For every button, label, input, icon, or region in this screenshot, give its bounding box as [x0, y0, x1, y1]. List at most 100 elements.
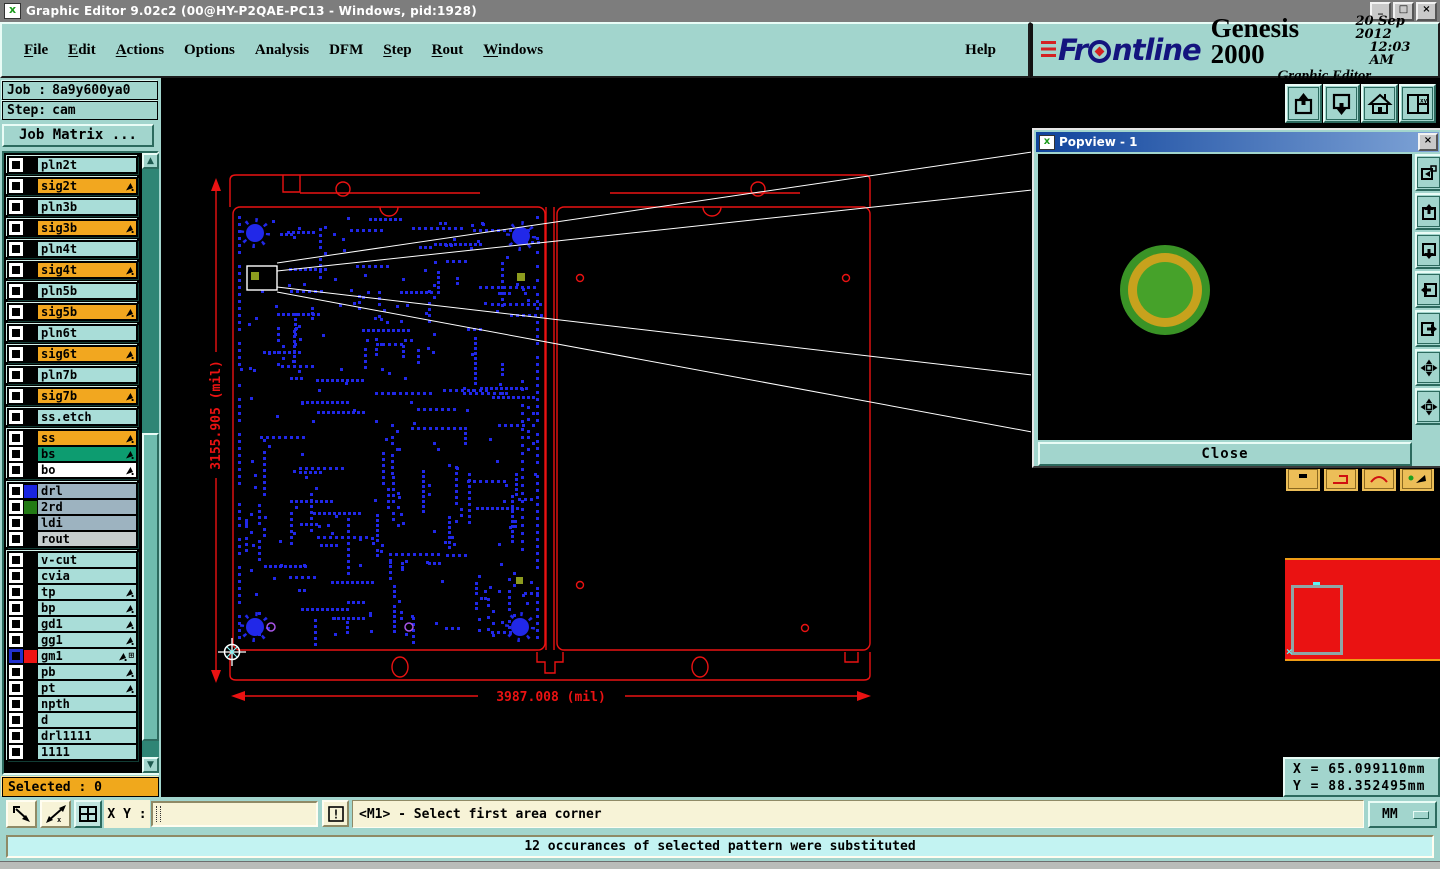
layer-color-swatch-drl1111[interactable]: [24, 729, 37, 743]
menu-item-analysis[interactable]: Analysis: [245, 38, 319, 63]
layer-color-swatch-ldi[interactable]: [24, 516, 37, 530]
layer-row-pln2t[interactable]: pln2t: [8, 157, 137, 173]
menu-item-file[interactable]: File: [14, 38, 58, 63]
area-zoom-icon[interactable]: [6, 800, 37, 828]
layer-label-pln7b[interactable]: pln7b: [37, 367, 137, 383]
menu-item-edit[interactable]: Edit: [58, 38, 106, 63]
layer-color-swatch-sig5b[interactable]: [24, 305, 37, 319]
layer-checkbox-sig2t[interactable]: [9, 179, 23, 193]
layer-label-1111[interactable]: 1111: [37, 744, 137, 760]
layer-label-npth[interactable]: npth: [37, 696, 137, 712]
scroll-down-icon[interactable]: ▼: [142, 757, 159, 773]
layer-color-swatch-ss[interactable]: [24, 431, 37, 445]
layer-color-swatch-pln7b[interactable]: [24, 368, 37, 382]
export-up-icon[interactable]: [1285, 84, 1322, 123]
layer-color-swatch-sig2t[interactable]: [24, 179, 37, 193]
layer-row-cvia[interactable]: cvia: [8, 568, 137, 584]
layer-row-gg1[interactable]: gg1: [8, 632, 137, 648]
layer-label-pln5b[interactable]: pln5b: [37, 283, 137, 299]
layer-checkbox-npth[interactable]: [9, 697, 23, 711]
layer-row-ss.etch[interactable]: ss.etch: [8, 409, 137, 425]
layer-list-scrollbar[interactable]: ▲ ▼: [142, 153, 159, 773]
layer-label-d[interactable]: d: [37, 712, 137, 728]
layer-checkbox-gd1[interactable]: [9, 617, 23, 631]
layer-label-sig5b[interactable]: sig5b: [37, 304, 137, 320]
layer-checkbox-pt[interactable]: [9, 681, 23, 695]
layer-row-ss[interactable]: ss: [8, 430, 137, 446]
layer-checkbox-1111[interactable]: [9, 745, 23, 759]
layer-color-swatch-d[interactable]: [24, 713, 37, 727]
layer-color-swatch-gd1[interactable]: [24, 617, 37, 631]
layer-color-swatch-pln4t[interactable]: [24, 242, 37, 256]
layer-checkbox-gg1[interactable]: [9, 633, 23, 647]
layer-checkbox-sig7b[interactable]: [9, 389, 23, 403]
layer-label-sig6t[interactable]: sig6t: [37, 346, 137, 362]
layer-row-pln5b[interactable]: pln5b: [8, 283, 137, 299]
layer-label-ldi[interactable]: ldi: [37, 515, 137, 531]
layer-color-swatch-pt[interactable]: [24, 681, 37, 695]
layer-color-swatch-sig3b[interactable]: [24, 221, 37, 235]
layer-color-swatch-gg1[interactable]: [24, 633, 37, 647]
layer-label-sig3b[interactable]: sig3b: [37, 220, 137, 236]
popview-canvas[interactable]: [1038, 154, 1412, 440]
menu-item-dfm[interactable]: DFM: [319, 38, 373, 63]
layer-row-pt[interactable]: pt: [8, 680, 137, 696]
layer-row-pln3b[interactable]: pln3b: [8, 199, 137, 215]
menu-item-windows[interactable]: Windows: [473, 38, 553, 63]
layer-checkbox-drl[interactable]: [9, 484, 23, 498]
layer-checkbox-v-cut[interactable]: [9, 553, 23, 567]
popview-titlebar[interactable]: x Popview - 1 ×: [1036, 132, 1439, 152]
layer-row-gm1[interactable]: gm1 ⊞: [8, 648, 137, 664]
layer-color-swatch-sig6t[interactable]: [24, 347, 37, 361]
layer-label-pt[interactable]: pt: [37, 680, 137, 696]
prompt-alert-icon[interactable]: !: [322, 800, 349, 827]
layer-checkbox-bo[interactable]: [9, 463, 23, 477]
layer-checkbox-gm1[interactable]: [9, 649, 23, 663]
layer-row-1111[interactable]: 1111: [8, 744, 137, 760]
layer-row-drl[interactable]: drl: [8, 483, 137, 499]
layer-label-cvia[interactable]: cvia: [37, 568, 137, 584]
layer-label-pln6t[interactable]: pln6t: [37, 325, 137, 341]
layer-label-pln4t[interactable]: pln4t: [37, 241, 137, 257]
layer-row-pb[interactable]: pb: [8, 664, 137, 680]
layer-row-rout[interactable]: rout: [8, 531, 137, 547]
view-down-icon[interactable]: [1415, 232, 1440, 269]
menu-item-rout[interactable]: Rout: [422, 38, 474, 63]
layer-checkbox-pln4t[interactable]: [9, 242, 23, 256]
layer-checkbox-pln3b[interactable]: [9, 200, 23, 214]
layer-row-npth[interactable]: npth: [8, 696, 137, 712]
layer-checkbox-pln7b[interactable]: [9, 368, 23, 382]
scroll-up-icon[interactable]: ▲: [142, 153, 159, 169]
view-right-icon[interactable]: [1415, 310, 1440, 347]
layer-checkbox-rout[interactable]: [9, 532, 23, 546]
layer-checkbox-ss.etch[interactable]: [9, 410, 23, 424]
layer-row-bo[interactable]: bo: [8, 462, 137, 478]
layer-label-bp[interactable]: bp: [37, 600, 137, 616]
layer-checkbox-pb[interactable]: [9, 665, 23, 679]
layer-row-sig4t[interactable]: sig4t: [8, 262, 137, 278]
layer-label-bs[interactable]: bs: [37, 446, 137, 462]
layer-checkbox-sig3b[interactable]: [9, 221, 23, 235]
layer-color-swatch-bp[interactable]: [24, 601, 37, 615]
layer-label-sig2t[interactable]: sig2t: [37, 178, 137, 194]
menu-item-actions[interactable]: Actions: [106, 38, 174, 63]
menu-help[interactable]: Help: [955, 38, 1006, 63]
units-selector[interactable]: MM: [1368, 801, 1437, 828]
layer-row-gd1[interactable]: gd1: [8, 616, 137, 632]
layer-label-sig7b[interactable]: sig7b: [37, 388, 137, 404]
pop-tool-3-icon[interactable]: [1361, 466, 1397, 492]
layer-label-pln3b[interactable]: pln3b: [37, 199, 137, 215]
layer-color-swatch-pln2t[interactable]: [24, 158, 37, 172]
layer-label-sig4t[interactable]: sig4t: [37, 262, 137, 278]
layer-label-gd1[interactable]: gd1: [37, 616, 137, 632]
layer-row-drl1111[interactable]: drl1111: [8, 728, 137, 744]
layer-label-drl1111[interactable]: drl1111: [37, 728, 137, 744]
layer-row-ldi[interactable]: ldi: [8, 515, 137, 531]
layer-label-2rd[interactable]: 2rd: [37, 499, 137, 515]
popview-close-icon[interactable]: ×: [1418, 133, 1438, 151]
layer-color-swatch-pb[interactable]: [24, 665, 37, 679]
layer-color-swatch-gm1[interactable]: [24, 649, 37, 663]
layer-label-ss.etch[interactable]: ss.etch: [37, 409, 137, 425]
layer-label-pb[interactable]: pb: [37, 664, 137, 680]
home-icon[interactable]: [1361, 84, 1398, 123]
